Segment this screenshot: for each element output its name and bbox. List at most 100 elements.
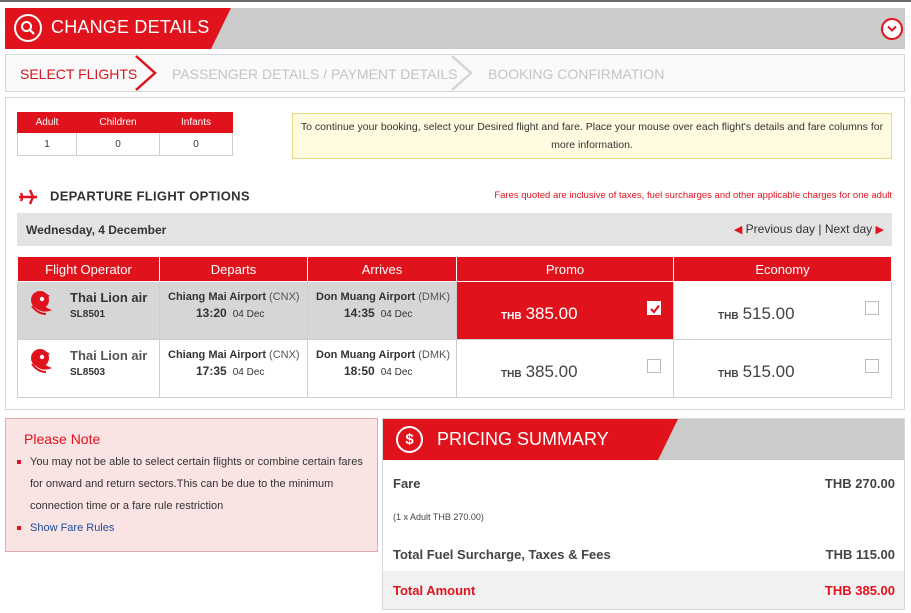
col-arrives: Arrives xyxy=(307,256,457,282)
promo-price: 385.00 xyxy=(525,304,578,323)
promo-fare-cell[interactable]: THB 385.00 xyxy=(456,339,674,398)
pricing-summary-title: PRICING SUMMARY xyxy=(437,429,609,449)
total-row: Total Amount THB 385.00 xyxy=(383,571,904,609)
flight-number: SL8501 xyxy=(70,309,106,320)
operator-cell: Thai Lion air SL8503 xyxy=(17,339,160,398)
search-icon xyxy=(14,14,42,42)
step-booking-confirmation: BOOKING CONFIRMATION xyxy=(488,66,665,82)
departs-cell: Chiang Mai Airport (CNX) 17:35 04 Dec xyxy=(159,339,308,398)
fares-note: Fares quoted are inclusive of taxes, fue… xyxy=(494,190,892,201)
economy-currency: THB xyxy=(718,369,739,380)
booking-steps: SELECT FLIGHTS PASSENGER DETAILS / PAYME… xyxy=(5,54,905,92)
promo-fare-checkbox[interactable] xyxy=(647,359,661,373)
taxes-value: THB 115.00 xyxy=(825,547,895,562)
previous-day-link[interactable]: Previous day xyxy=(746,222,815,236)
lion-air-logo-icon xyxy=(31,291,52,315)
departure-title: DEPARTURE FLIGHT OPTIONS xyxy=(18,188,250,206)
arrival-date: 04 Dec xyxy=(380,367,413,378)
flight-row[interactable]: Thai Lion air SL8503 Chiang Mai Airport … xyxy=(17,339,892,398)
checkmark-icon xyxy=(650,304,660,314)
flight-row[interactable]: Thai Lion air SL8501 Chiang Mai Airport … xyxy=(17,281,892,340)
col-economy: Economy xyxy=(673,256,892,282)
arrival-time: 18:50 xyxy=(344,364,375,378)
step-select-flights[interactable]: SELECT FLIGHTS xyxy=(20,66,137,82)
chevron-down-icon[interactable] xyxy=(881,18,903,40)
date-bar: Wednesday, 4 December ◀ Previous day | N… xyxy=(17,213,892,246)
next-day-link[interactable]: Next day xyxy=(825,222,872,236)
flight-date: Wednesday, 4 December xyxy=(26,223,167,237)
economy-price: 515.00 xyxy=(742,362,795,381)
nav-separator: | xyxy=(818,222,822,236)
passenger-count-table: Adult Children Infants 1 0 0 xyxy=(17,112,233,156)
day-navigation: ◀ Previous day | Next day ▶ xyxy=(734,222,884,236)
pricing-summary-header: $ PRICING SUMMARY xyxy=(383,419,904,460)
lion-air-logo-icon xyxy=(31,349,52,373)
step-chevron-icon xyxy=(451,55,473,91)
economy-currency: THB xyxy=(718,311,739,322)
step-chevron-icon xyxy=(135,55,157,91)
departure-code: (CNX) xyxy=(269,349,300,361)
adult-header: Adult xyxy=(17,112,77,133)
change-details-header[interactable]: CHANGE DETAILS xyxy=(5,8,905,49)
infants-count: 0 xyxy=(159,132,233,156)
please-note-list: You may not be able to select certain fl… xyxy=(14,451,369,539)
economy-fare-cell[interactable]: THB 515.00 xyxy=(673,339,892,398)
triangle-left-icon: ◀ xyxy=(733,224,743,236)
arrival-time: 14:35 xyxy=(344,306,375,320)
economy-fare-checkbox[interactable] xyxy=(865,359,879,373)
col-flight-operator: Flight Operator xyxy=(17,256,160,282)
promo-currency: THB xyxy=(501,369,522,380)
triangle-right-icon: ▶ xyxy=(875,224,884,236)
booking-notice: To continue your booking, select your De… xyxy=(292,113,892,159)
arrival-code: (DMK) xyxy=(418,291,451,303)
total-value: THB 385.00 xyxy=(824,583,895,598)
arrival-airport: Don Muang Airport xyxy=(316,291,416,303)
operator-cell: Thai Lion air SL8501 xyxy=(17,281,160,340)
fare-value: THB 270.00 xyxy=(824,476,895,491)
promo-fare-cell[interactable]: THB 385.00 xyxy=(456,281,674,340)
dollar-icon: $ xyxy=(396,426,423,453)
promo-fare-checkbox[interactable] xyxy=(647,301,661,315)
arrival-date: 04 Dec xyxy=(380,309,413,320)
departure-date: 04 Dec xyxy=(232,367,265,378)
departure-title-text: DEPARTURE FLIGHT OPTIONS xyxy=(50,188,250,204)
departure-airport: Chiang Mai Airport xyxy=(168,349,266,361)
economy-fare-cell[interactable]: THB 515.00 xyxy=(673,281,892,340)
col-departs: Departs xyxy=(159,256,308,282)
promo-price: 385.00 xyxy=(525,362,578,381)
children-count: 0 xyxy=(76,132,160,156)
airplane-icon xyxy=(19,189,37,205)
operator-name: Thai Lion air xyxy=(70,348,148,363)
show-fare-rules-link[interactable]: Show Fare Rules xyxy=(30,522,114,534)
economy-fare-checkbox[interactable] xyxy=(865,301,879,315)
departure-code: (CNX) xyxy=(269,291,300,303)
header-title: CHANGE DETAILS xyxy=(51,17,210,37)
taxes-label: Total Fuel Surcharge, Taxes & Fees xyxy=(393,547,611,562)
pricing-summary: $ PRICING SUMMARY Fare THB 270.00 (1 x A… xyxy=(382,418,905,610)
fare-label: Fare xyxy=(393,476,421,491)
departure-time: 17:35 xyxy=(196,364,227,378)
arrival-code: (DMK) xyxy=(418,349,451,361)
please-note-box: Please Note You may not be able to selec… xyxy=(5,418,378,552)
departs-cell: Chiang Mai Airport (CNX) 13:20 04 Dec xyxy=(159,281,308,340)
flights-table: Flight Operator Departs Arrives Promo Ec… xyxy=(17,256,892,398)
please-note-text: You may not be able to select certain fl… xyxy=(14,451,369,517)
step-passenger-payment: PASSENGER DETAILS / PAYMENT DETAILS xyxy=(172,66,458,82)
adult-count: 1 xyxy=(17,132,77,156)
economy-price: 515.00 xyxy=(742,304,795,323)
flight-selection-panel: Adult Children Infants 1 0 0 To continue… xyxy=(5,97,905,410)
departure-date: 04 Dec xyxy=(232,309,265,320)
top-border xyxy=(0,0,911,2)
operator-name: Thai Lion air xyxy=(70,290,148,305)
total-label: Total Amount xyxy=(393,583,476,598)
flight-number: SL8503 xyxy=(70,367,106,378)
promo-currency: THB xyxy=(501,311,522,322)
children-header: Children xyxy=(76,112,160,133)
col-promo: Promo xyxy=(456,256,674,282)
departure-airport: Chiang Mai Airport xyxy=(168,291,266,303)
arrives-cell: Don Muang Airport (DMK) 14:35 04 Dec xyxy=(307,281,457,340)
please-note-title: Please Note xyxy=(24,431,101,447)
arrival-airport: Don Muang Airport xyxy=(316,349,416,361)
arrives-cell: Don Muang Airport (DMK) 18:50 04 Dec xyxy=(307,339,457,398)
fare-breakdown: (1 x Adult THB 270.00) xyxy=(393,512,484,522)
